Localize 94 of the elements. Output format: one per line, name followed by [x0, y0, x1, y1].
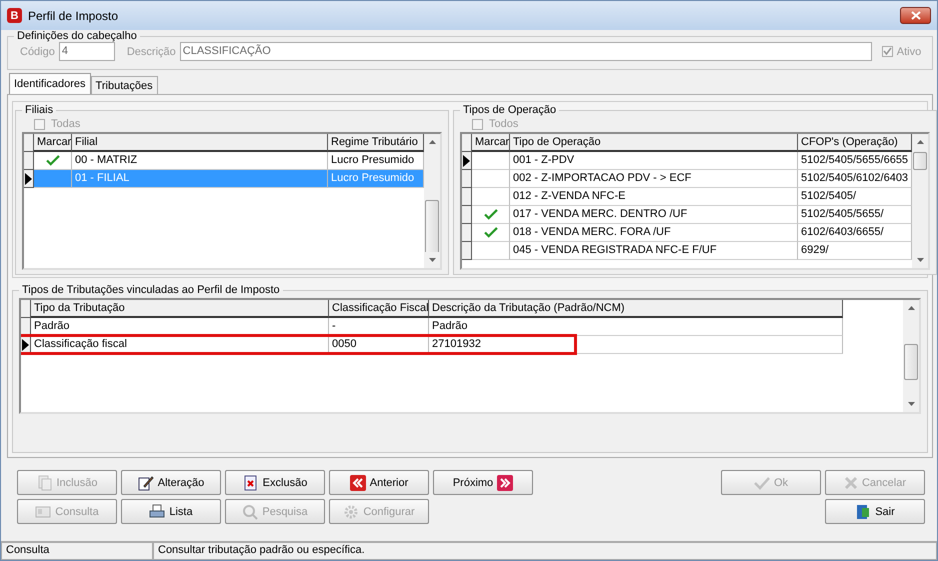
action-button[interactable]: Lista — [121, 499, 221, 524]
table-cell: 045 - VENDA REGISTRADA NFC-E F/UF — [510, 242, 798, 260]
status-text: Consulta — [1, 542, 153, 560]
scroll-up-icon[interactable] — [908, 306, 914, 310]
checkbox-cell[interactable] — [472, 152, 510, 170]
close-button[interactable] — [900, 7, 931, 24]
action-button[interactable]: Alteração — [121, 470, 221, 495]
column-header[interactable]: Tipo da Tributação — [31, 300, 329, 318]
table-cell: - — [329, 318, 429, 336]
action-button[interactable]: Sair — [825, 499, 925, 524]
checkbox-label: Todos — [489, 118, 518, 130]
checkbox[interactable] — [472, 118, 483, 130]
column-header[interactable]: Tipo de Operação — [510, 134, 798, 152]
scroll-down-icon[interactable] — [916, 258, 924, 262]
group-title: Definições do cabeçalho — [16, 30, 138, 42]
card-icon — [35, 504, 52, 520]
table-cell: 001 - Z-PDV — [510, 152, 798, 170]
code-field[interactable]: 4 — [58, 42, 115, 61]
app-logo: B — [7, 8, 22, 23]
column-header[interactable]: Descrição da Tributação (Padrão/NCM) — [429, 300, 843, 318]
action-button[interactable]: Próximo — [433, 470, 533, 495]
column-header[interactable]: Regime Tributário — [328, 134, 424, 152]
row-indicator[interactable] — [462, 152, 472, 170]
scrollbar[interactable] — [903, 300, 919, 412]
table-cell: 27101932 — [429, 336, 843, 354]
check-icon — [754, 476, 770, 490]
grid-corner — [24, 134, 34, 152]
field-label: Código — [20, 46, 55, 58]
group-title: Tipos de Tributações vinculadas ao Perfil de Imposto — [21, 284, 281, 296]
scroll-thumb[interactable] — [904, 344, 918, 380]
scroll-down-icon[interactable] — [428, 258, 436, 262]
checkbox-cell[interactable] — [472, 170, 510, 188]
column-header[interactable]: Marcar — [34, 134, 72, 152]
grid-corner — [21, 300, 31, 318]
scroll-thumb[interactable] — [425, 200, 439, 252]
column-header[interactable]: CFOP's (Operação) — [798, 134, 912, 152]
scroll-up-icon[interactable] — [916, 140, 924, 144]
checkbox-cell[interactable] — [472, 224, 510, 242]
door-icon — [855, 504, 872, 520]
window-title: Perfil de Imposto — [28, 8, 120, 22]
search-icon — [242, 504, 258, 520]
delete-icon — [242, 474, 259, 490]
checkbox-cell[interactable] — [472, 188, 510, 206]
gear-icon — [343, 504, 360, 520]
field-label: Descrição — [126, 46, 176, 58]
status-text: Consultar tributação padrão ou específica. — [153, 542, 937, 560]
tab[interactable]: Tributações — [90, 76, 158, 94]
scroll-down-icon[interactable] — [908, 402, 914, 406]
table-cell: 017 - VENDA MERC. DENTRO /UF — [510, 206, 798, 224]
scrollbar[interactable] — [424, 134, 440, 268]
row-indicator[interactable] — [24, 152, 34, 170]
action-button[interactable]: Anterior — [329, 470, 429, 495]
grid-corner — [462, 134, 472, 152]
column-header[interactable]: Classificação Fiscal — [329, 300, 429, 318]
table-cell: Classificação fiscal — [31, 336, 329, 354]
scroll-up-icon[interactable] — [428, 140, 436, 144]
row-indicator[interactable] — [462, 224, 472, 242]
tab[interactable]: Identificadores — [9, 73, 91, 94]
table-cell: 018 - VENDA MERC. FORA /UF — [510, 224, 798, 242]
row-indicator[interactable] — [462, 242, 472, 260]
table-cell: Padrão — [429, 318, 843, 336]
double-right-icon — [497, 474, 514, 490]
checkbox-label: Todas — [51, 118, 80, 130]
column-header[interactable]: Marcar — [472, 134, 510, 152]
row-indicator[interactable] — [462, 170, 472, 188]
checkbox-cell[interactable] — [472, 242, 510, 260]
row-indicator[interactable] — [462, 206, 472, 224]
group-title: Filiais — [24, 104, 54, 116]
table-cell: 002 - Z-IMPORTACAO PDV - > ECF — [510, 170, 798, 188]
double-left-icon — [350, 474, 366, 490]
table-cell: 0050 — [329, 336, 429, 354]
close-icon — [844, 476, 858, 490]
table-cell: Lucro Presumido — [328, 170, 424, 188]
description-field[interactable]: CLASSIFICAÇÃO — [180, 42, 872, 61]
table-cell: 01 - FILIAL — [72, 170, 328, 188]
checkbox-cell[interactable] — [472, 206, 510, 224]
action-button[interactable]: Exclusão — [225, 470, 325, 495]
table-row[interactable]: Classificação fiscal 0050 27101932 — [21, 336, 903, 354]
close-icon — [910, 11, 920, 20]
scroll-thumb[interactable] — [913, 152, 927, 170]
pencil-icon — [138, 474, 154, 490]
checkbox[interactable] — [34, 118, 45, 130]
scrollbar[interactable] — [912, 134, 928, 268]
checkbox-cell[interactable] — [34, 170, 72, 188]
row-indicator[interactable] — [24, 170, 34, 188]
table-cell: Padrão — [31, 318, 329, 336]
checkbox-label: Ativo — [896, 46, 922, 58]
document-icon — [36, 474, 52, 490]
row-indicator[interactable] — [462, 188, 472, 206]
table-row[interactable]: Padrão - Padrão — [21, 318, 903, 336]
printer-icon — [149, 504, 166, 520]
table-cell: 012 - Z-VENDA NFC-E — [510, 188, 798, 206]
column-header[interactable]: Filial — [72, 134, 328, 152]
group-title: Tipos de Operação — [462, 104, 558, 116]
